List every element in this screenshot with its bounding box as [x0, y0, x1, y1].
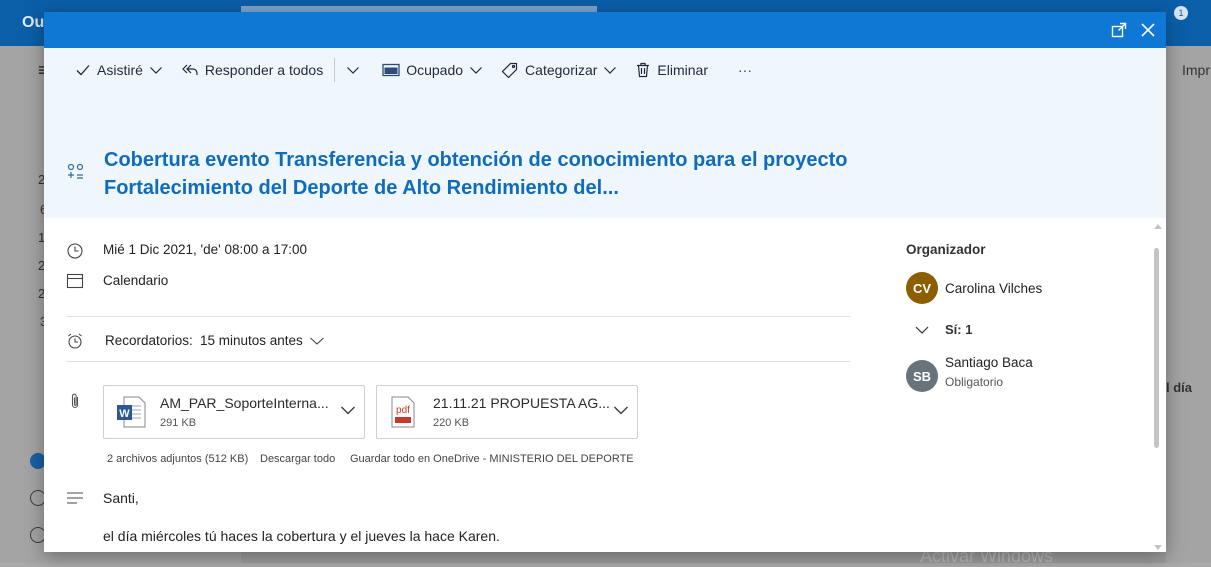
toolbar-separator [334, 58, 336, 82]
tag-icon [501, 62, 518, 78]
command-toolbar: Asistiré Responder a todos Ocupado Categ… [68, 58, 759, 82]
attachment-size: 291 KB [160, 417, 197, 429]
event-datetime: Mié 1 Dic 2021, 'de' 08:00 a 17:00 [103, 242, 308, 257]
avatar[interactable]: CV [906, 272, 938, 304]
chevron-down-icon [470, 67, 482, 74]
attachment-card[interactable]: W AM_PAR_SoporteInterna... 291 KB [103, 385, 365, 439]
chevron-down-icon[interactable] [613, 404, 629, 416]
calendar-name: Calendario [103, 273, 169, 288]
close-icon[interactable] [1137, 19, 1159, 41]
attend-button[interactable]: Asistiré [68, 58, 170, 82]
calendar-icon [66, 273, 84, 289]
chevron-down-icon [309, 338, 324, 346]
avatar[interactable]: SB [906, 360, 938, 392]
attachment-card[interactable]: pdf 21.11.21 PROPUESTA AG... 220 KB [376, 385, 638, 439]
busy-label: Ocupado [406, 62, 464, 78]
organizer-heading: Organizador [906, 242, 986, 257]
save-to-onedrive-link[interactable]: Guardar todo en OneDrive - MINISTERIO DE… [350, 453, 634, 465]
svg-text:pdf: pdf [396, 405, 410, 416]
reply-options-button[interactable] [339, 58, 367, 82]
chevron-down-icon [604, 67, 617, 74]
scroll-up-arrow[interactable] [1154, 224, 1162, 229]
paperclip-icon [71, 393, 79, 409]
pdf-icon: pdf [391, 396, 415, 428]
attachment-size: 220 KB [433, 417, 470, 429]
download-all-link[interactable]: Descargar todo [260, 453, 335, 465]
attendee-role: Obligatorio [945, 375, 1004, 389]
organizer-name[interactable]: Carolina Vilches [945, 281, 1042, 296]
clock-icon [67, 243, 83, 259]
reply-all-button[interactable]: Responder a todos [174, 58, 330, 82]
delete-label: Eliminar [657, 62, 708, 78]
svg-text:W: W [119, 408, 130, 420]
reminder-value: 15 minutos antes [200, 333, 303, 348]
word-icon: W [117, 396, 146, 428]
reminder-label: Recordatorios: [105, 333, 193, 348]
divider [66, 361, 850, 362]
reminder-dropdown[interactable]: 15 minutos antes [200, 333, 325, 348]
attachment-name: AM_PAR_SoporteInterna... [160, 395, 329, 411]
body-line: el día miércoles tú haces la cobertura y… [103, 528, 500, 544]
preview-snippet: l día [1166, 380, 1193, 395]
chevron-down-icon [347, 67, 360, 74]
categorize-label: Categorizar [525, 62, 598, 78]
scrollbar[interactable] [1154, 224, 1162, 550]
body-greeting: Santi, [103, 490, 139, 506]
reply-all-icon [182, 64, 198, 75]
trash-icon [637, 62, 650, 78]
event-type-icon [66, 162, 86, 187]
attachment-name: 21.11.21 PROPUESTA AG... [433, 395, 610, 411]
scroll-thumb[interactable] [1154, 248, 1159, 448]
more-options-button[interactable]: ··· [731, 58, 759, 82]
chevron-down-icon[interactable] [915, 325, 929, 335]
event-dialog: Asistiré Responder a todos Ocupado Categ… [44, 12, 1166, 552]
categorize-button[interactable]: Categorizar [494, 58, 624, 82]
attendee-name[interactable]: Santiago Baca [945, 355, 1033, 370]
event-content: Mié 1 Dic 2021, 'de' 08:00 a 17:00 Calen… [44, 218, 1166, 552]
attendees-panel: Organizador CV Carolina Vilches Sí: 1 SB… [906, 218, 1146, 552]
notes-icon [67, 492, 83, 504]
accepted-count: Sí: 1 [945, 322, 973, 337]
app-title: Ou [22, 14, 45, 31]
reply-all-label: Responder a todos [204, 62, 324, 78]
scroll-down-arrow[interactable] [1154, 545, 1162, 550]
event-subject: Cobertura evento Transferencia y obtenci… [104, 149, 848, 199]
pop-out-icon[interactable] [1108, 19, 1130, 41]
notification-badge: 1 [1174, 6, 1188, 20]
alarm-clock-icon [68, 333, 82, 349]
event-header: Asistiré Responder a todos Ocupado Categ… [44, 48, 1166, 218]
dialog-titlebar [44, 12, 1166, 48]
print-button-text: Impr [1182, 62, 1210, 78]
attachments-summary: 2 archivos adjuntos (512 KB) [107, 453, 249, 465]
app-right-pane [1166, 46, 1211, 563]
chevron-down-icon[interactable] [340, 404, 356, 416]
checkmark-icon [76, 65, 90, 76]
chevron-down-icon [149, 67, 162, 74]
busy-status-icon [382, 63, 400, 77]
divider [66, 316, 850, 317]
delete-button[interactable]: Eliminar [628, 58, 715, 82]
attend-label: Asistiré [97, 62, 143, 78]
show-as-button[interactable]: Ocupado [375, 58, 490, 82]
